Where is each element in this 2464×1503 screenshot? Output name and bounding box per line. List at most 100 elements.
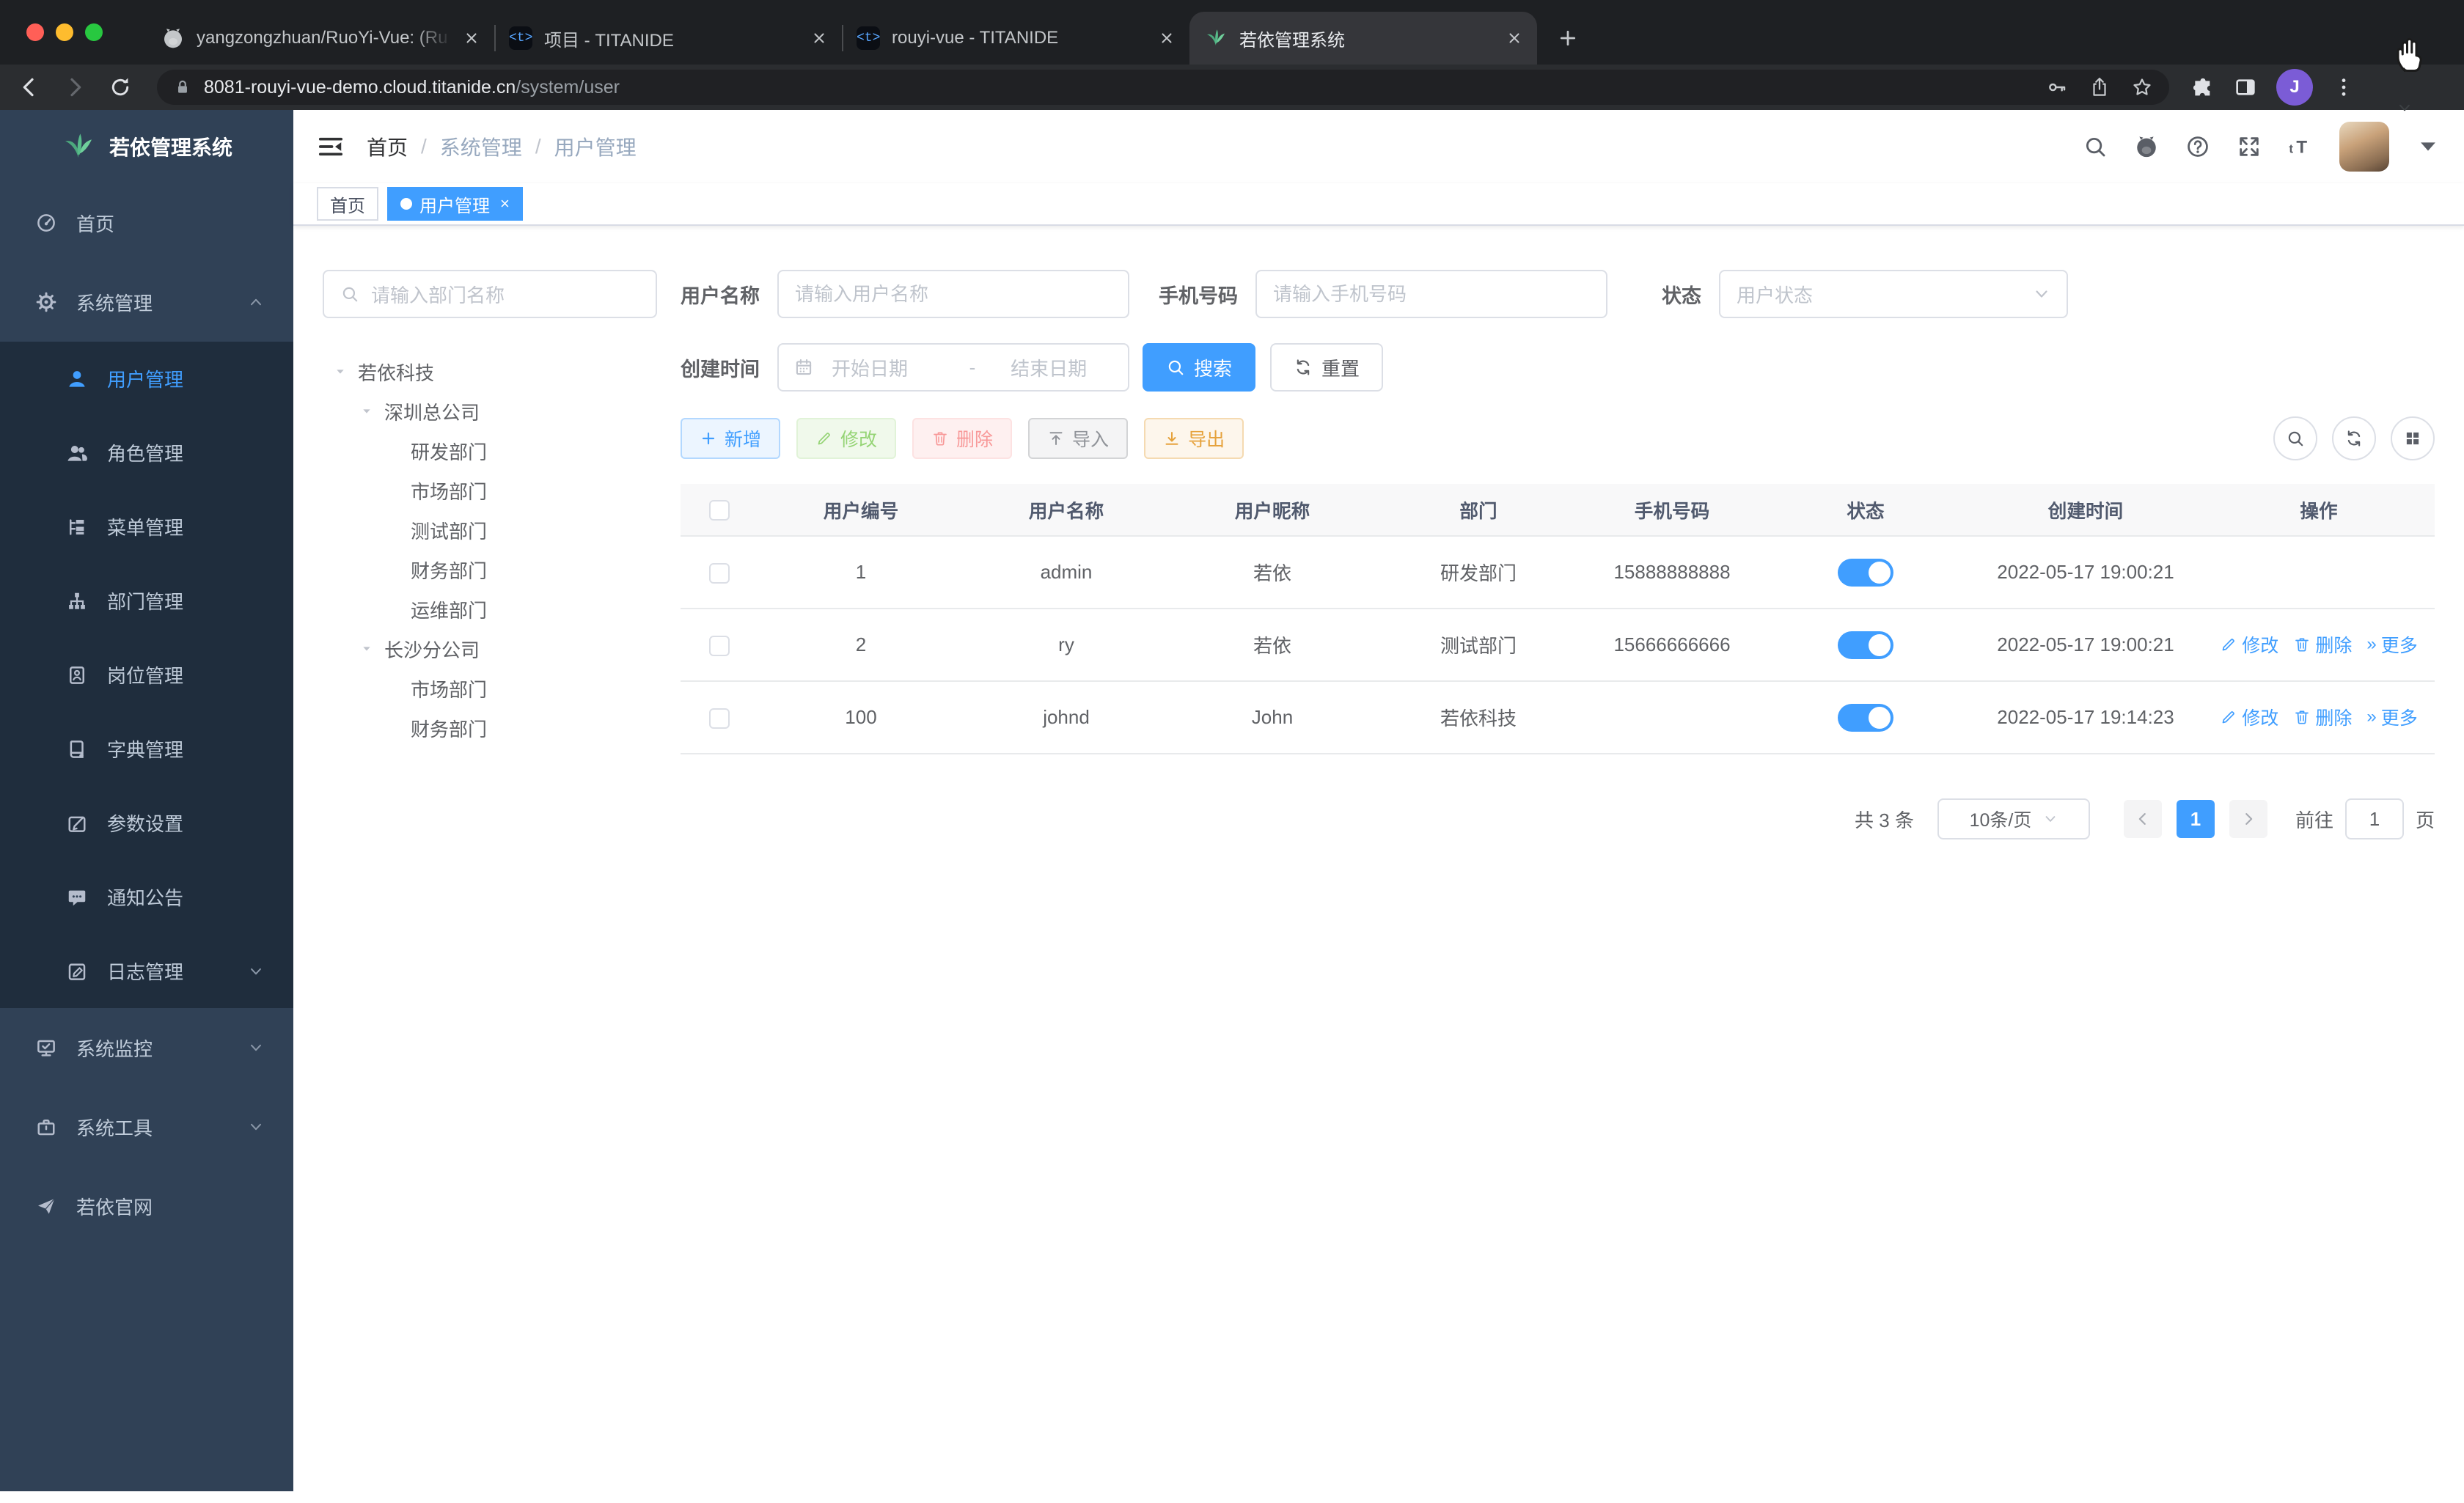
row-delete-link[interactable]: 删除 [2293,631,2352,658]
edit-button[interactable]: 修改 [796,418,897,459]
macos-window-controls[interactable] [26,23,103,41]
sidebar-item[interactable]: 岗位管理 [0,638,293,712]
sidebar-item[interactable]: 角色管理 [0,416,293,490]
github-icon[interactable] [2134,134,2159,159]
dept-tree-node[interactable]: 测试部门 [323,510,657,550]
dept-tree-node[interactable]: 深圳总公司 [323,392,657,431]
breadcrumb-home[interactable]: 首页 [367,132,408,161]
browser-tab[interactable]: <t> rouyi-vue - TITANIDE [842,12,1189,65]
page-size-select[interactable]: 10条/页 [1937,798,2090,839]
browser-profile-avatar[interactable]: J [2276,69,2313,106]
status-select[interactable]: 用户状态 [1719,270,2068,318]
status-toggle[interactable] [1838,703,1893,732]
dept-tree-node[interactable]: 财务部门 [323,550,657,589]
sidebar-item[interactable]: 字典管理 [0,712,293,786]
dept-tree-node[interactable]: 长沙分公司 [323,629,657,669]
date-range-picker[interactable]: 开始日期 - 结束日期 [777,343,1129,392]
tag-close-icon[interactable]: × [500,194,510,213]
status-toggle[interactable] [1838,631,1893,659]
fullscreen-icon[interactable] [2237,134,2262,159]
back-icon[interactable] [18,76,41,99]
row-edit-link[interactable]: 修改 [2220,631,2278,658]
password-key-icon[interactable] [2046,76,2068,98]
close-window-button[interactable] [26,23,44,41]
zoom-window-button[interactable] [85,23,103,41]
browser-tab[interactable]: 若依管理系统 [1189,12,1537,65]
extensions-puzzle-icon[interactable] [2191,76,2215,99]
reset-button[interactable]: 重置 [1270,343,1384,392]
collapse-sidebar-icon[interactable] [317,133,345,161]
phone-input[interactable] [1255,270,1607,318]
view-tag[interactable]: 用户管理 × [387,187,523,221]
browser-menu-icon[interactable] [2332,76,2355,99]
share-icon[interactable] [2089,76,2111,98]
dept-tree-node[interactable]: 运维部门 [323,589,657,629]
sidebar-item[interactable]: 用户管理 [0,342,293,416]
browser-tab[interactable]: <t> 项目 - TITANIDE [494,12,842,65]
goto-page-input[interactable] [2344,798,2404,839]
lock-icon[interactable] [173,78,192,97]
refresh-table-button[interactable] [2332,416,2376,460]
tab-close-icon[interactable] [811,30,827,46]
book-icon [66,738,88,760]
row-edit-link[interactable]: 修改 [2220,704,2278,730]
user-avatar[interactable] [2339,122,2389,172]
next-page-button[interactable] [2229,800,2267,838]
browser-tab[interactable]: yangzongzhuan/RuoYi-Vue: (Ru [147,12,494,65]
bookmark-star-icon[interactable] [2131,76,2153,98]
header-search-icon[interactable] [2083,134,2108,159]
add-button[interactable]: 新增 [681,418,781,459]
sidebar-item[interactable]: 日志管理 [0,934,293,1008]
minimize-window-button[interactable] [56,23,73,41]
row-checkbox[interactable] [709,708,730,730]
sidebar-item[interactable]: 部门管理 [0,564,293,638]
view-tag[interactable]: 首页 [317,187,378,221]
app-logo[interactable]: 若依管理系统 [0,110,293,183]
status-toggle[interactable] [1838,558,1893,587]
delete-button[interactable]: 删除 [912,418,1013,459]
sidebar-item[interactable]: 系统工具 [0,1087,293,1166]
row-checkbox[interactable] [709,636,730,657]
mouse-hand-cursor [2388,32,2432,76]
dept-tree-node[interactable]: 若依科技 [323,352,657,392]
table-header-cell: 手机号码 [1581,484,1763,537]
font-size-icon[interactable] [2288,134,2313,159]
address-bar[interactable]: 8081-rouyi-vue-demo.cloud.titanide.cn/sy… [157,70,2169,105]
row-more-link[interactable]: » 更多 [2366,631,2417,658]
row-delete-link[interactable]: 删除 [2293,704,2352,730]
row-checkbox[interactable] [709,563,730,584]
select-all-checkbox[interactable] [709,499,730,521]
tab-close-icon[interactable] [463,30,480,46]
tab-close-icon[interactable] [1506,30,1522,46]
forward-icon[interactable] [63,76,87,99]
tab-close-icon[interactable] [1159,30,1175,46]
username-input[interactable] [777,270,1129,318]
dept-tree-node[interactable]: 财务部门 [323,708,657,748]
sidebar-item[interactable]: 参数设置 [0,786,293,860]
export-button[interactable]: 导出 [1144,418,1244,459]
search-button[interactable]: 搜索 [1143,343,1256,392]
table-header-cell: 创建时间 [1968,484,2203,537]
prev-page-button[interactable] [2123,800,2162,838]
user-menu-caret-icon[interactable] [2416,134,2441,159]
page-number-button[interactable]: 1 [2176,800,2215,838]
dept-tree-node[interactable]: 市场部门 [323,669,657,708]
dept-search-input[interactable]: 请输入部门名称 [323,270,657,318]
goto-label: 前往 [2295,809,2333,831]
sidebar-item[interactable]: 若依官网 [0,1166,293,1246]
docs-question-icon[interactable] [2185,134,2210,159]
import-button[interactable]: 导入 [1028,418,1129,459]
reload-icon[interactable] [109,76,132,99]
sidebar-item[interactable]: 系统管理 [0,262,293,342]
dept-tree-node[interactable]: 研发部门 [323,431,657,471]
sidebar-item[interactable]: 菜单管理 [0,490,293,564]
dept-tree-node[interactable]: 市场部门 [323,471,657,510]
toggle-search-button[interactable] [2273,416,2317,460]
sidebar-item[interactable]: 系统监控 [0,1008,293,1087]
side-panel-icon[interactable] [2234,76,2257,99]
columns-grid-button[interactable] [2391,416,2435,460]
sidebar-item[interactable]: 通知公告 [0,860,293,934]
new-tab-button[interactable] [1546,16,1590,60]
sidebar-item[interactable]: 首页 [0,183,293,262]
row-more-link[interactable]: » 更多 [2366,704,2417,730]
